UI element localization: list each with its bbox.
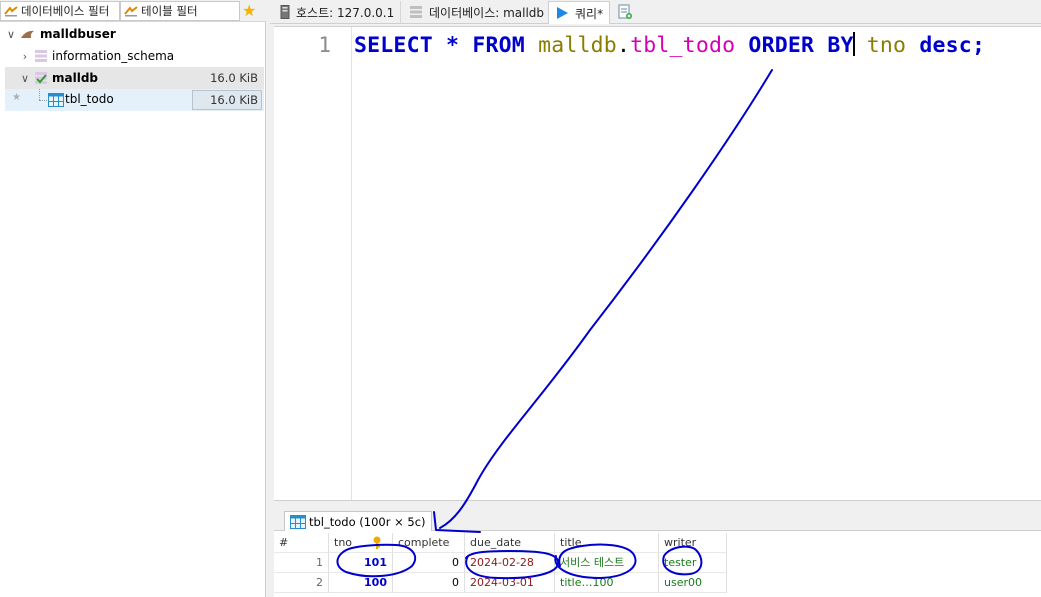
cell-writer[interactable]: tester [659, 553, 727, 573]
line-number: 1 [318, 33, 331, 57]
database-tree-panel: 데이터베이스 필터 테이블 필터 ★ ∨ malldbuser › inform… [0, 0, 266, 597]
tab-database[interactable]: 데이터베이스: malldb [403, 1, 552, 23]
row-number: 2 [274, 573, 329, 593]
column-header-writer[interactable]: writer [659, 533, 727, 553]
tree-session-malldbuser[interactable]: ∨ malldbuser [4, 23, 264, 45]
tab-host[interactable]: 호스트: 127.0.0.1 [274, 1, 402, 23]
operator-star: * [446, 33, 460, 58]
table-icon [290, 515, 306, 529]
line-number-gutter: 1 [274, 27, 352, 501]
identifier-table: tbl_todo [630, 33, 736, 58]
row-number: 1 [274, 553, 329, 573]
keyword-by: BY [827, 33, 854, 58]
database-filter-icon [4, 6, 18, 17]
cell-tno[interactable]: 100 [329, 573, 393, 593]
cell-title[interactable]: title…100 [555, 573, 659, 593]
database-active-icon [35, 72, 47, 84]
keyword-from: FROM [472, 33, 525, 58]
tab-label: 호스트: 127.0.0.1 [296, 5, 395, 20]
identifier-column: tno [866, 33, 907, 58]
database-filter-placeholder: 데이터베이스 필터 [21, 4, 110, 18]
tree-item-size: 16.0 KiB [210, 93, 258, 107]
keyword-select: SELECT [354, 33, 433, 58]
column-header-rownum[interactable]: # [274, 533, 329, 553]
column-header-title[interactable]: title [555, 533, 659, 553]
chevron-down-icon[interactable]: ∨ [18, 72, 32, 85]
tab-label: 데이터베이스: malldb [429, 5, 545, 20]
text-caret [852, 32, 855, 56]
table-icon [48, 93, 64, 107]
tree-connector [39, 89, 40, 100]
tree-item-label: tbl_todo [65, 92, 114, 106]
cell-complete[interactable]: 0 [393, 553, 465, 573]
chevron-right-icon[interactable]: › [18, 50, 32, 63]
favorite-star-icon[interactable]: ★ [242, 2, 256, 20]
column-header-label: tno [334, 536, 353, 549]
result-tab-label: tbl_todo (100r × 5c) [309, 515, 426, 529]
chevron-down-icon[interactable]: ∨ [4, 28, 18, 41]
result-tab-tbl-todo[interactable]: tbl_todo (100r × 5c) [284, 511, 432, 532]
tree-connector [39, 100, 47, 101]
table-filter-placeholder: 테이블 필터 [141, 4, 198, 18]
tree-item-tbl-todo[interactable]: ★ tbl_todo 16.0 KiB [5, 89, 264, 111]
tab-label: 쿼리* [575, 6, 604, 21]
tree-item-label: malldb [52, 71, 99, 85]
dot: . [616, 33, 631, 58]
database-icon [410, 6, 422, 18]
new-query-tab-icon[interactable] [618, 4, 632, 20]
column-header-complete[interactable]: complete [393, 533, 465, 553]
tree-item-label: information_schema [52, 49, 175, 63]
cell-writer[interactable]: user00 [659, 573, 727, 593]
cell-title[interactable]: 서비스 테스트 [555, 553, 659, 573]
filter-bar: 데이터베이스 필터 테이블 필터 ★ [0, 0, 266, 22]
result-grid[interactable]: # tno complete due_date title writer 1 1… [274, 531, 1041, 597]
database-filter-input[interactable]: 데이터베이스 필터 [0, 1, 120, 21]
dolphin-server-icon [21, 30, 34, 38]
keyword-desc: desc [919, 33, 972, 58]
cell-due-date[interactable]: 2024-02-28 [465, 553, 555, 573]
tree-item-malldb[interactable]: ∨ malldb 16.0 KiB [5, 67, 264, 89]
cell-tno[interactable]: 101 [329, 553, 393, 573]
sql-code-line[interactable]: SELECT * FROM malldb.tbl_todo ORDER BY t… [354, 32, 985, 58]
sql-editor[interactable]: 1 SELECT * FROM malldb.tbl_todo ORDER BY… [274, 26, 1041, 501]
keyword-order: ORDER [748, 33, 815, 58]
database-icon [35, 50, 47, 62]
table-filter-input[interactable]: 테이블 필터 [120, 1, 240, 21]
result-tab-bar: tbl_todo (100r × 5c) [274, 500, 1041, 532]
session-label: malldbuser [40, 27, 116, 41]
tab-query[interactable]: 쿼리* [548, 1, 611, 24]
tree-item-information-schema[interactable]: › information_schema [18, 45, 264, 67]
tab-bar: 호스트: 127.0.0.1 데이터베이스: malldb 쿼리* [270, 0, 1041, 24]
identifier-database: malldb [538, 33, 617, 58]
tree-item-size: 16.0 KiB [210, 71, 258, 85]
pin-star-icon[interactable]: ★ [12, 92, 21, 103]
table-filter-icon [124, 6, 138, 17]
host-icon [280, 5, 290, 19]
semicolon: ; [971, 33, 986, 58]
play-icon [557, 7, 568, 19]
cell-due-date[interactable]: 2024-03-01 [465, 573, 555, 593]
column-header-tno[interactable]: tno [329, 533, 393, 553]
column-header-due-date[interactable]: due_date [465, 533, 555, 553]
cell-complete[interactable]: 0 [393, 573, 465, 593]
primary-key-icon [373, 536, 381, 549]
